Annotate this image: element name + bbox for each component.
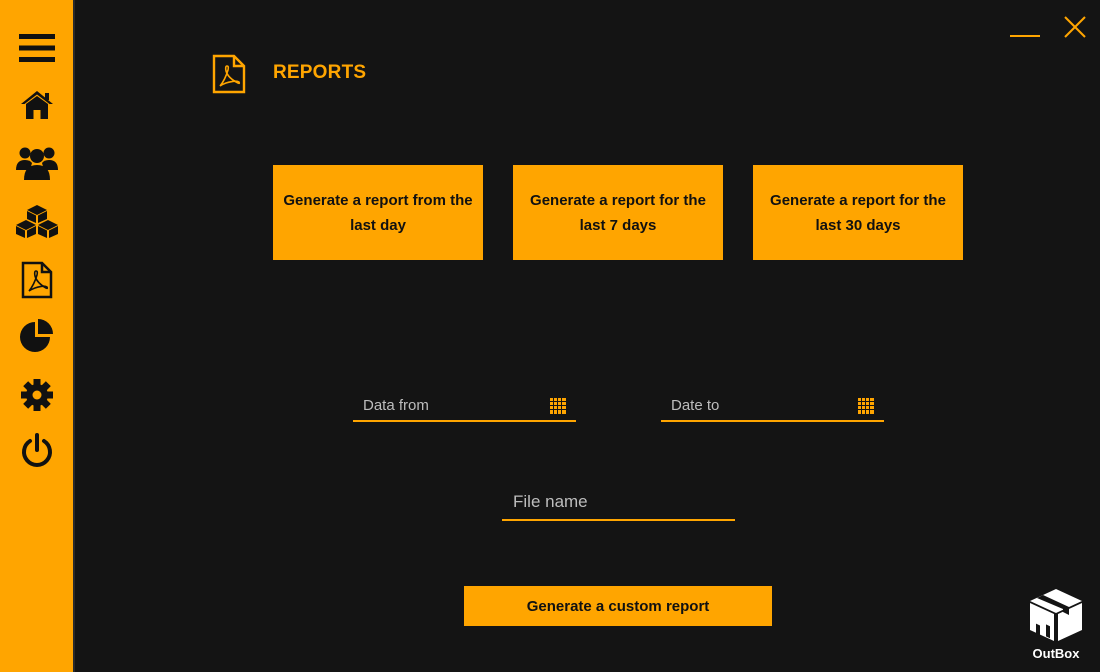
minimize-icon <box>1010 35 1040 37</box>
file-name-field <box>502 484 735 521</box>
brand-name: OutBox <box>1032 646 1080 661</box>
minimize-button[interactable] <box>1008 20 1042 44</box>
calendar-icon[interactable] <box>550 398 566 414</box>
sidebar-item-home[interactable] <box>0 79 73 131</box>
home-icon <box>20 91 53 119</box>
pie-chart-icon <box>19 319 53 352</box>
date-to-field <box>661 391 884 422</box>
date-from-field <box>353 391 576 422</box>
close-icon <box>1064 16 1086 38</box>
gear-icon <box>20 379 53 411</box>
sidebar-item-statistics[interactable] <box>0 310 73 362</box>
pdf-file-icon <box>21 261 52 299</box>
report-last-7-days-button[interactable]: Generate a report for the last 7 days <box>513 165 723 260</box>
sidebar-item-settings[interactable] <box>0 369 73 421</box>
close-button[interactable] <box>1060 12 1090 42</box>
date-from-input[interactable] <box>353 391 576 420</box>
sidebar-item-menu[interactable] <box>0 22 73 74</box>
pdf-file-icon <box>210 53 248 95</box>
sidebar-item-logout[interactable] <box>0 425 73 477</box>
report-last-30-days-button[interactable]: Generate a report for the last 30 days <box>753 165 963 260</box>
calendar-icon[interactable] <box>858 398 874 414</box>
generate-custom-report-button[interactable]: Generate a custom report <box>464 586 772 626</box>
report-last-day-button[interactable]: Generate a report from the last day <box>273 165 483 260</box>
boxes-icon <box>15 205 58 238</box>
sidebar-item-users[interactable] <box>0 136 73 188</box>
date-to-input[interactable] <box>661 391 884 420</box>
sidebar <box>0 0 75 672</box>
sidebar-item-products[interactable] <box>0 195 73 247</box>
page-title: REPORTS <box>273 62 367 83</box>
hamburger-menu-icon <box>18 34 55 62</box>
file-name-input[interactable] <box>502 484 735 519</box>
users-group-icon <box>15 147 58 180</box>
sidebar-item-reports[interactable] <box>0 254 73 306</box>
power-icon <box>21 433 52 467</box>
